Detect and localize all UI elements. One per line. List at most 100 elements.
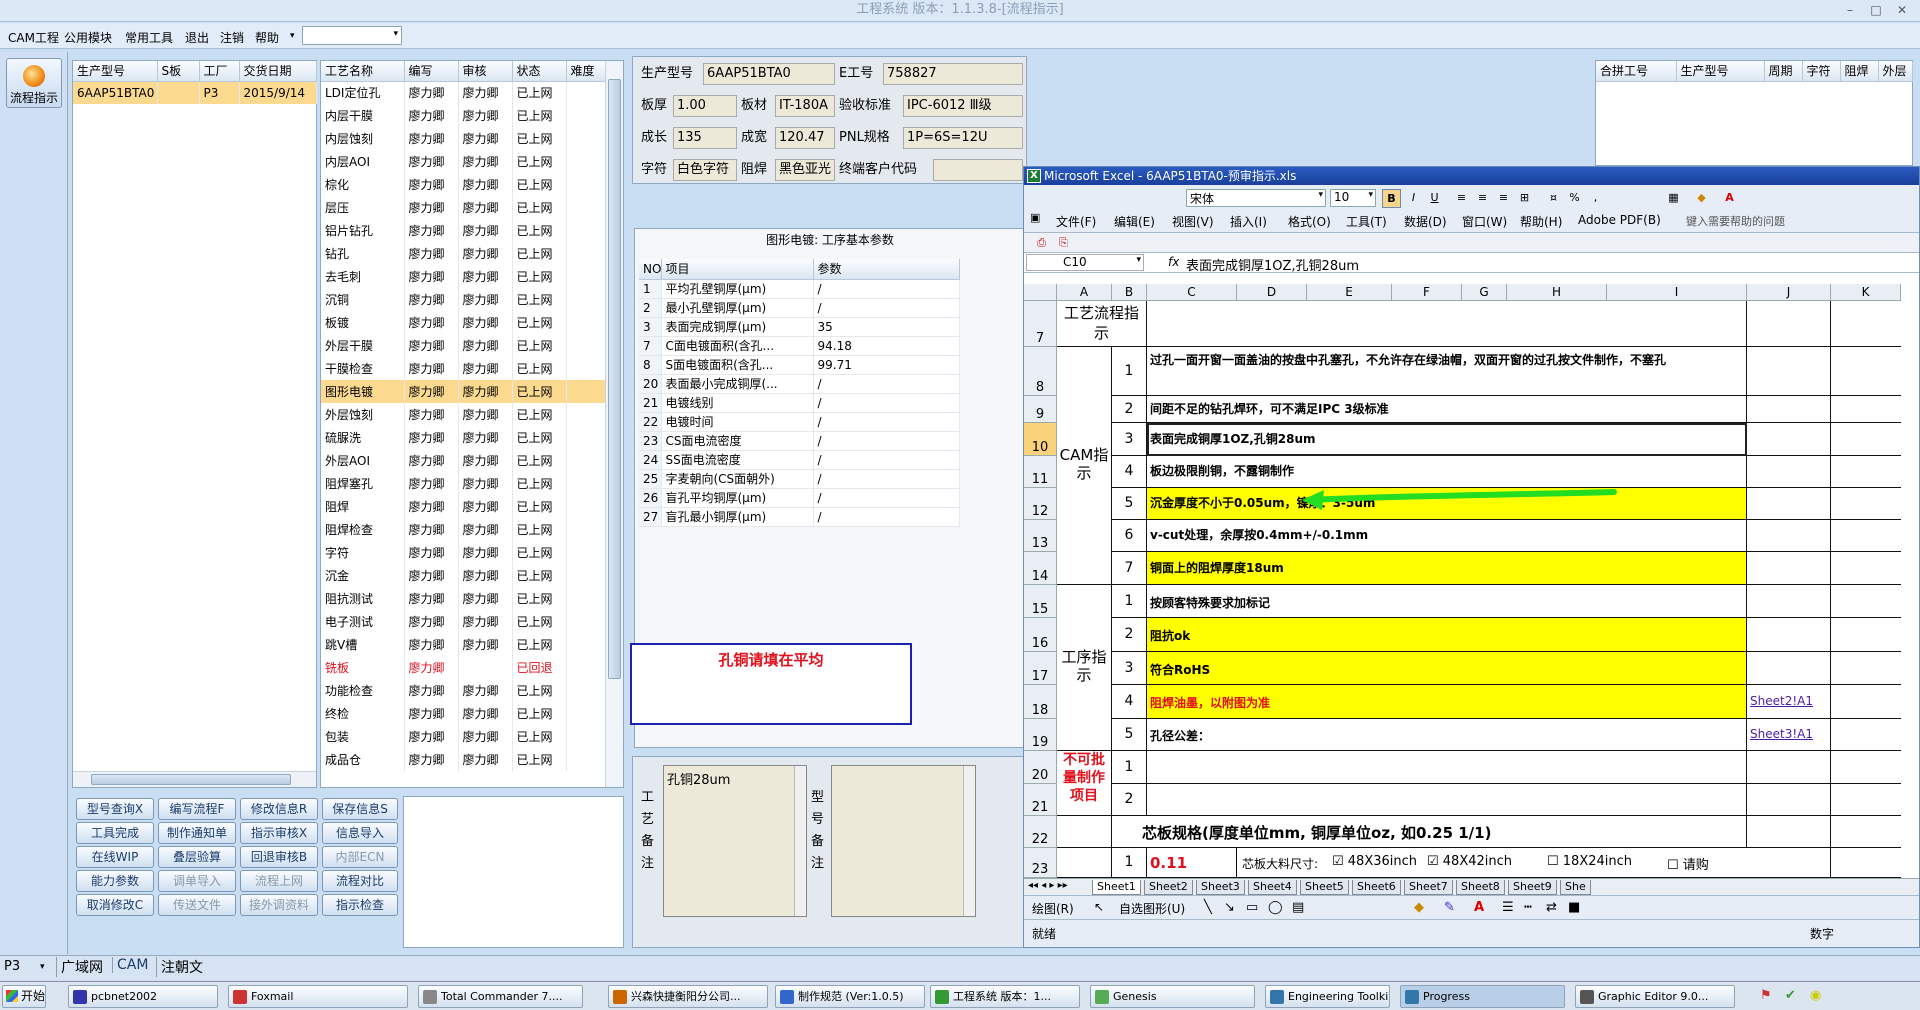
taskbar-item[interactable]: pcbnet2002: [68, 985, 218, 1008]
sheet-cell[interactable]: [1831, 552, 1901, 585]
proc-item[interactable]: 阻抗ok: [1147, 618, 1747, 652]
table-row[interactable]: 内层干膜 廖力卿 廖力卿 已上网: [321, 104, 606, 127]
action-button[interactable]: 流程对比: [322, 870, 398, 892]
sheet-cell[interactable]: [1831, 816, 1901, 848]
taskbar-item[interactable]: 制作规范 (Ver:1.0.5): [775, 985, 925, 1008]
row-header[interactable]: 14: [1024, 552, 1057, 585]
standard-field[interactable]: IPC-6012 Ⅲ级: [903, 95, 1023, 117]
item-number[interactable]: 2: [1112, 396, 1147, 423]
table-row[interactable]: 沉金 廖力卿 廖力卿 已上网: [321, 564, 606, 587]
merge-center-icon[interactable]: ⊞: [1515, 189, 1534, 208]
col-header[interactable]: 外层: [1878, 61, 1913, 82]
core-title[interactable]: 芯板规格(厚度单位mm, 铜厚单位oz, 如0.25 1/1): [1112, 816, 1747, 848]
pointer-icon[interactable]: ↖: [1094, 900, 1104, 914]
col-header[interactable]: 状态: [512, 61, 567, 82]
table-row[interactable]: 成品仓 廖力卿 廖力卿 已上网: [321, 748, 606, 771]
width-field[interactable]: 120.47: [775, 127, 835, 149]
spreadsheet-grid[interactable]: A B C D E F G H I J K 7 8 9 10 11 12 13 14 15 16 17 18 19 20 21 22…: [1024, 284, 1919, 878]
row-header[interactable]: 12: [1024, 488, 1057, 520]
font-select[interactable]: 宋体 ▾: [1186, 189, 1326, 207]
table-row[interactable]: 6AAP51BTA0 P3 2015/9/14: [73, 81, 317, 104]
table-row[interactable]: 铣板 廖力卿 已回退: [321, 656, 606, 679]
column-header[interactable]: E: [1307, 284, 1392, 301]
start-button[interactable]: 开始: [2, 985, 46, 1008]
action-button[interactable]: 内部ECN: [322, 846, 398, 868]
col-header[interactable]: 生产型号: [73, 61, 158, 82]
proc-item[interactable]: 按顾客特殊要求加标记: [1147, 585, 1747, 618]
excel-menu-item[interactable]: 帮助(H): [1520, 213, 1562, 230]
column-header[interactable]: J: [1747, 284, 1831, 301]
sheet-cell[interactable]: [1831, 456, 1901, 488]
item-number[interactable]: 5: [1112, 488, 1147, 520]
sheet-tab[interactable]: She: [1560, 880, 1591, 895]
sheet-cell[interactable]: [1747, 816, 1831, 848]
currency-icon[interactable]: ¤: [1544, 189, 1563, 208]
draw-menu[interactable]: 绘图(R): [1032, 900, 1074, 917]
tray-icon[interactable]: ✔: [1785, 988, 1796, 1003]
sheet-link[interactable]: [1747, 618, 1831, 652]
excel-menu-item[interactable]: 文件(F): [1056, 213, 1096, 230]
column-header[interactable]: B: [1112, 284, 1147, 301]
tray-icon[interactable]: ◉: [1810, 988, 1821, 1003]
sheet-cell[interactable]: [1831, 423, 1901, 456]
excel-menu-item[interactable]: Adobe PDF(B): [1578, 213, 1661, 227]
align-right-icon[interactable]: ≡: [1494, 189, 1513, 208]
col-header[interactable]: 编写: [404, 61, 459, 82]
taskbar-item[interactable]: Genesis: [1090, 985, 1255, 1008]
formula-input[interactable]: 表面完成铜厚1OZ,孔铜28um: [1186, 255, 1359, 274]
vertical-scrollbar[interactable]: [963, 766, 975, 916]
sheet-cell[interactable]: [1831, 301, 1901, 347]
row-header[interactable]: 23: [1024, 848, 1057, 878]
menu-combo[interactable]: ▾: [302, 26, 402, 45]
col-header[interactable]: 阻焊: [1840, 61, 1879, 82]
item-number[interactable]: 3: [1112, 423, 1147, 456]
excel-menu-item[interactable]: 编辑(E): [1114, 213, 1155, 230]
arrow-icon[interactable]: ↘: [1224, 900, 1235, 915]
table-row[interactable]: 阻抗测试 廖力卿 廖力卿 已上网: [321, 587, 606, 610]
underline-button[interactable]: U: [1425, 189, 1444, 208]
sheet-cell[interactable]: [1831, 585, 1901, 618]
sheet-tab[interactable]: Sheet4: [1248, 880, 1297, 895]
textbox-icon[interactable]: ▤: [1292, 900, 1304, 915]
action-button[interactable]: 调单导入: [158, 870, 236, 892]
checkbox-opt1[interactable]: ☑ 48X36inch: [1332, 854, 1417, 869]
menu-public[interactable]: 公用模块: [64, 29, 112, 46]
col-header[interactable]: 难度: [566, 61, 606, 82]
action-button[interactable]: 制作通知单: [158, 822, 236, 844]
action-button[interactable]: 在线WIP: [76, 846, 154, 868]
sheet-cell[interactable]: [1747, 784, 1831, 816]
sheet-cell[interactable]: [1747, 488, 1831, 520]
item-number[interactable]: 2: [1112, 784, 1147, 816]
table-row[interactable]: 阻焊 廖力卿 廖力卿 已上网: [321, 495, 606, 518]
taskbar-item[interactable]: 兴森快捷衡阳分公司...: [608, 985, 768, 1008]
table-row[interactable]: 功能检查 廖力卿 廖力卿 已上网: [321, 679, 606, 702]
table-row[interactable]: 24 SS面电流密度 /: [639, 450, 960, 470]
table-row[interactable]: 8 S面电镀面积(含孔... 99.71: [639, 355, 960, 375]
proc-item[interactable]: 孔径公差：: [1147, 719, 1747, 751]
table-row[interactable]: 25 字麦朝向(CS面朝外) /: [639, 469, 960, 489]
minimize-icon[interactable]: –: [1840, 2, 1860, 18]
table-row[interactable]: 阻焊塞孔 廖力卿 廖力卿 已上网: [321, 472, 606, 495]
sheet-cell[interactable]: [1831, 784, 1901, 816]
sheet-cell[interactable]: [1831, 520, 1901, 552]
proc-item[interactable]: 符合RoHS: [1147, 652, 1747, 685]
scroll-thumb[interactable]: [91, 774, 291, 785]
col-header[interactable]: 工艺名称: [321, 61, 405, 82]
table-row[interactable]: 2 最小孔壁铜厚(μm) /: [639, 298, 960, 318]
sheet-tab[interactable]: Sheet2: [1144, 880, 1193, 895]
item-number[interactable]: 4: [1112, 685, 1147, 719]
sheet-tab[interactable]: Sheet7: [1404, 880, 1453, 895]
action-button[interactable]: 传送文件: [158, 894, 236, 916]
item-number[interactable]: 7: [1112, 552, 1147, 585]
sheet-cell[interactable]: 芯板大料尺寸: ☑ 48X36inch ☑ 48X42inch ☐ 18X24inch…: [1237, 848, 1831, 878]
table-row[interactable]: 去毛刺 廖力卿 廖力卿 已上网: [321, 265, 606, 288]
table-row[interactable]: 电子测试 廖力卿 廖力卿 已上网: [321, 610, 606, 633]
table-row[interactable]: 字符 廖力卿 廖力卿 已上网: [321, 541, 606, 564]
col-header[interactable]: 字符: [1802, 61, 1841, 82]
proc-item[interactable]: 阻焊油墨，以附图为准: [1147, 685, 1747, 719]
font-color-icon[interactable]: A: [1720, 189, 1739, 208]
taskbar-item[interactable]: Total Commander 7....: [418, 985, 583, 1008]
row-header[interactable]: 8: [1024, 347, 1057, 396]
table-row[interactable]: 层压 廖力卿 廖力卿 已上网: [321, 196, 606, 219]
col-header[interactable]: 项目: [661, 259, 814, 280]
